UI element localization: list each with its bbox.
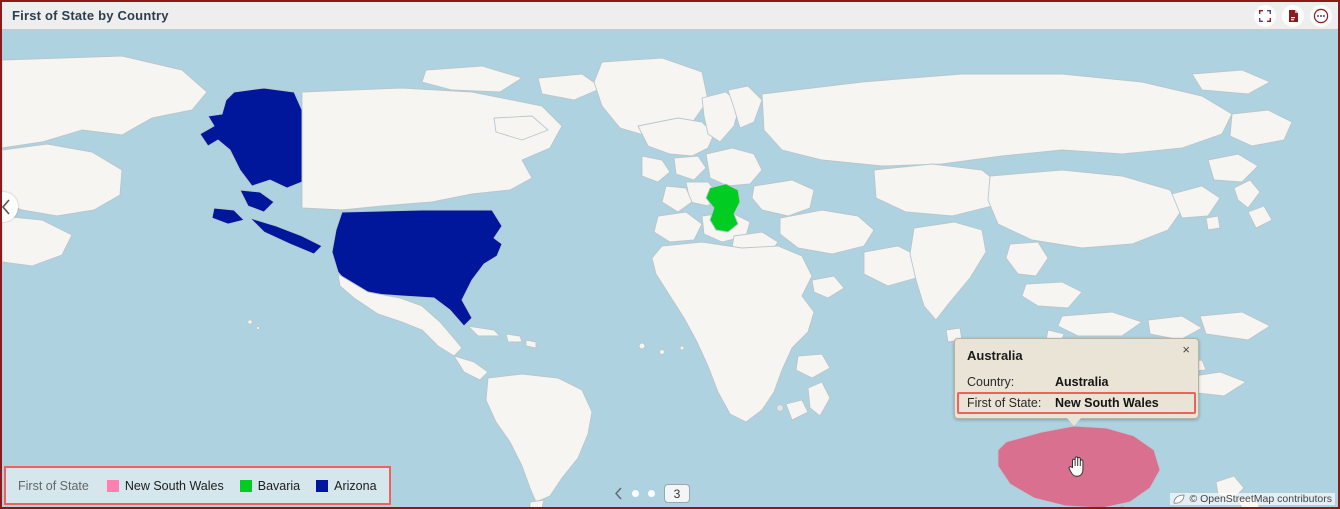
tooltip-key-first-of-state: First of State:	[967, 396, 1042, 410]
legend-label-arizona: Arizona	[334, 478, 377, 493]
legend-label-new-south-wales: New South Wales	[124, 478, 224, 493]
legend-item-new-south-wales[interactable]: New South Wales	[106, 478, 224, 493]
panel-titlebar: First of State by Country	[2, 2, 1338, 30]
tooltip-pointer	[1067, 418, 1081, 426]
page-title: First of State by Country	[12, 8, 169, 23]
legend-label-bavaria: Bavaria	[257, 478, 301, 493]
legend-swatch-new-south-wales	[106, 479, 119, 492]
map-attribution: © OpenStreetMap contributors	[1170, 493, 1335, 505]
tooltip-title: Australia	[967, 348, 1023, 363]
fullscreen-icon[interactable]	[1254, 4, 1276, 27]
tooltip-value-first-of-state: New South Wales	[1055, 396, 1159, 410]
chevron-left-icon	[2, 199, 10, 215]
legend-item-bavaria[interactable]: Bavaria	[239, 478, 301, 493]
tooltip-close-icon[interactable]: ×	[1182, 343, 1190, 356]
map-panel: First of State by Country × Australia Co…	[0, 0, 1340, 509]
tooltip-row-first-of-state: First of State: New South Wales	[957, 392, 1196, 414]
world-map-graphic[interactable]	[2, 30, 1338, 507]
export-icon[interactable]	[1282, 4, 1304, 27]
choropleth-map[interactable]: × Australia Country: Australia First of …	[2, 30, 1338, 507]
titlebar-actions	[1254, 4, 1332, 27]
attribution-text: © OpenStreetMap contributors	[1189, 493, 1332, 505]
more-options-icon[interactable]	[1310, 4, 1332, 27]
chevron-left-icon	[615, 487, 622, 500]
tooltip-row-country: Country: Australia	[957, 372, 1196, 392]
pager-dot-2[interactable]	[648, 490, 655, 497]
pager-current-page[interactable]: 3	[664, 484, 690, 503]
legend-swatch-bavaria	[239, 479, 252, 492]
leaflet-icon	[1174, 494, 1185, 504]
legend-item-arizona[interactable]: Arizona	[316, 478, 377, 493]
pager-prev-button[interactable]	[614, 487, 623, 500]
legend-title: First of State	[18, 478, 89, 493]
tooltip-key-country: Country:	[967, 375, 1015, 389]
legend-pager[interactable]: 3	[614, 484, 690, 503]
legend-swatch-arizona	[316, 479, 329, 492]
pager-dot-1[interactable]	[632, 490, 639, 497]
region-tooltip[interactable]: × Australia Country: Australia First of …	[954, 338, 1199, 426]
map-legend[interactable]: First of State New South Wales Bavaria A…	[4, 466, 391, 505]
tooltip-value-country: Australia	[1055, 375, 1109, 389]
